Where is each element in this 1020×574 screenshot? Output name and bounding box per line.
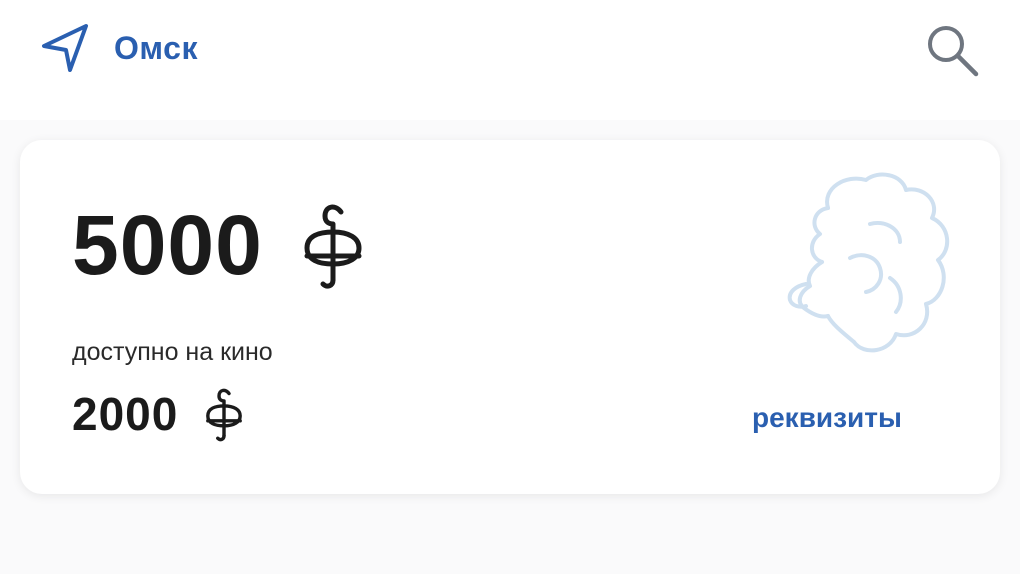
location-selector[interactable]: Омск	[38, 20, 198, 76]
top-bar: Омск	[0, 0, 1020, 120]
balance-amount: 5000	[72, 198, 263, 292]
cinema-balance: 2000	[72, 386, 244, 442]
city-name: Омск	[114, 29, 198, 66]
search-icon	[928, 26, 979, 77]
navigation-arrow-icon	[42, 24, 88, 72]
requisites-link[interactable]: реквизиты	[752, 402, 902, 434]
pushkin-ruble-icon	[206, 388, 243, 442]
pushkin-portrait-icon	[787, 172, 949, 353]
pushkin-card: 5000 доступно на кино 2000 реквизиты	[20, 140, 1000, 494]
cinema-amount: 2000	[72, 388, 179, 440]
cinema-label: доступно на кино	[72, 338, 273, 366]
balance: 5000	[72, 200, 365, 290]
pushkin-ruble-icon	[304, 204, 362, 289]
search-button[interactable]	[922, 20, 982, 80]
